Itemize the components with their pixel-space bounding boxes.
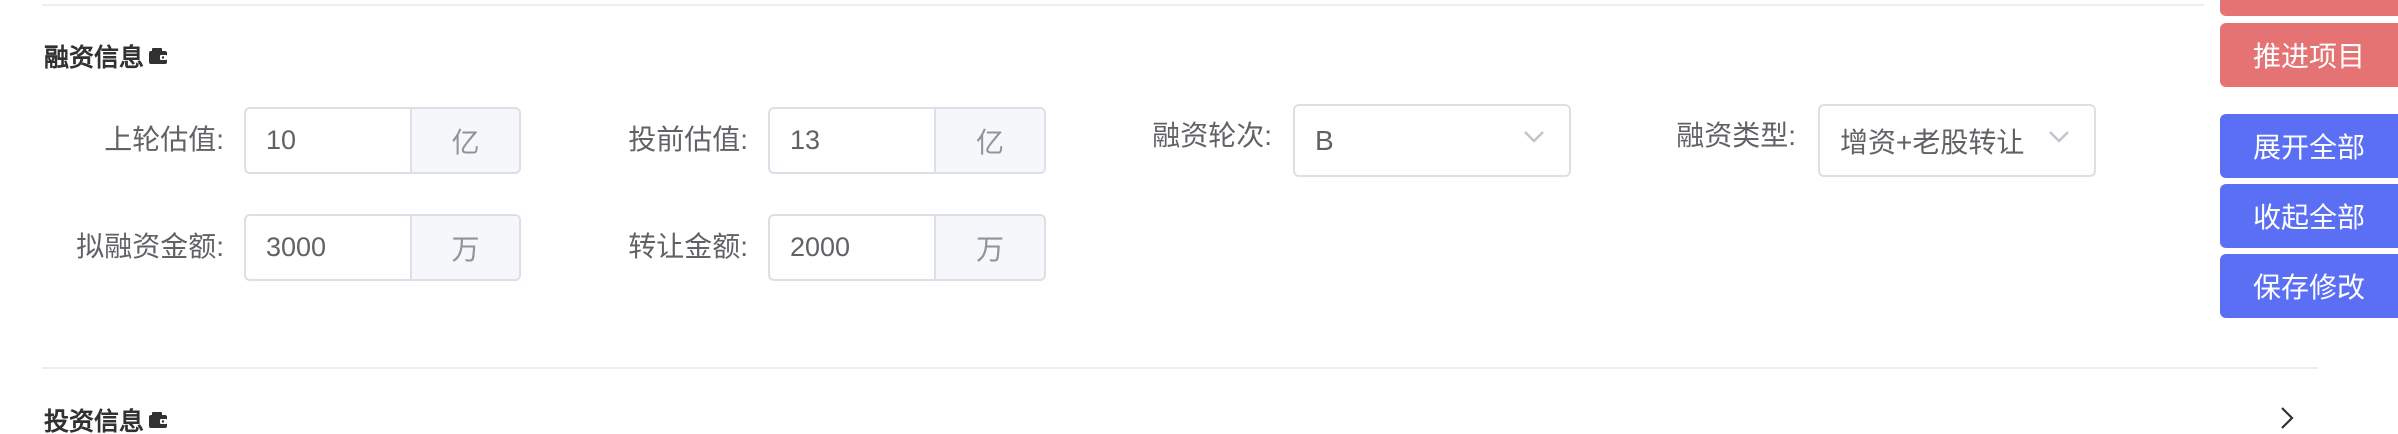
round-select-value: B	[1315, 124, 1334, 156]
chevron-down-icon	[2049, 131, 2069, 143]
round-label: 融资轮次:	[1152, 120, 1272, 151]
advance-project-button[interactable]: 推进项目	[2220, 23, 2398, 87]
pre-money-input-group[interactable]: 13 亿	[768, 107, 1046, 174]
transfer-label: 转让金额:	[628, 231, 748, 262]
amount-input[interactable]: 3000	[246, 216, 412, 279]
prev-valuation-label: 上轮估值:	[104, 124, 224, 155]
type-select[interactable]: 增资+老股转让	[1818, 104, 2096, 177]
financing-section-title: 融资信息	[44, 38, 168, 74]
prev-valuation-unit: 亿	[412, 109, 519, 172]
chevron-down-icon	[1524, 131, 1544, 143]
prev-valuation-input[interactable]: 10	[246, 109, 412, 172]
type-select-value: 增资+老股转让	[1840, 126, 2025, 158]
collapse-all-button[interactable]: 收起全部	[2220, 184, 2398, 248]
pre-money-unit: 亿	[936, 109, 1044, 172]
amount-unit: 万	[412, 216, 519, 279]
amount-input-group[interactable]: 3000 万	[244, 214, 521, 281]
wallet-icon	[149, 48, 168, 64]
pre-money-label: 投前估值:	[628, 124, 748, 155]
wallet-icon	[149, 412, 168, 428]
top-red-button[interactable]	[2220, 0, 2398, 16]
chevron-right-icon[interactable]	[2280, 406, 2294, 430]
type-label: 融资类型:	[1676, 120, 1796, 151]
round-select[interactable]: B	[1293, 104, 1571, 177]
section-divider	[42, 367, 2318, 369]
transfer-unit: 万	[936, 216, 1044, 279]
investment-section-title[interactable]: 投资信息	[44, 402, 168, 434]
save-changes-button[interactable]: 保存修改	[2220, 254, 2398, 318]
transfer-input-group[interactable]: 2000 万	[768, 214, 1046, 281]
financing-title-text: 融资信息	[44, 44, 145, 72]
amount-label: 拟融资金额:	[76, 231, 224, 262]
pre-money-input[interactable]: 13	[770, 109, 936, 172]
investment-title-text: 投资信息	[44, 408, 145, 434]
top-divider	[42, 4, 2204, 6]
prev-valuation-input-group[interactable]: 10 亿	[244, 107, 521, 174]
transfer-input[interactable]: 2000	[770, 216, 936, 279]
expand-all-button[interactable]: 展开全部	[2220, 114, 2398, 178]
